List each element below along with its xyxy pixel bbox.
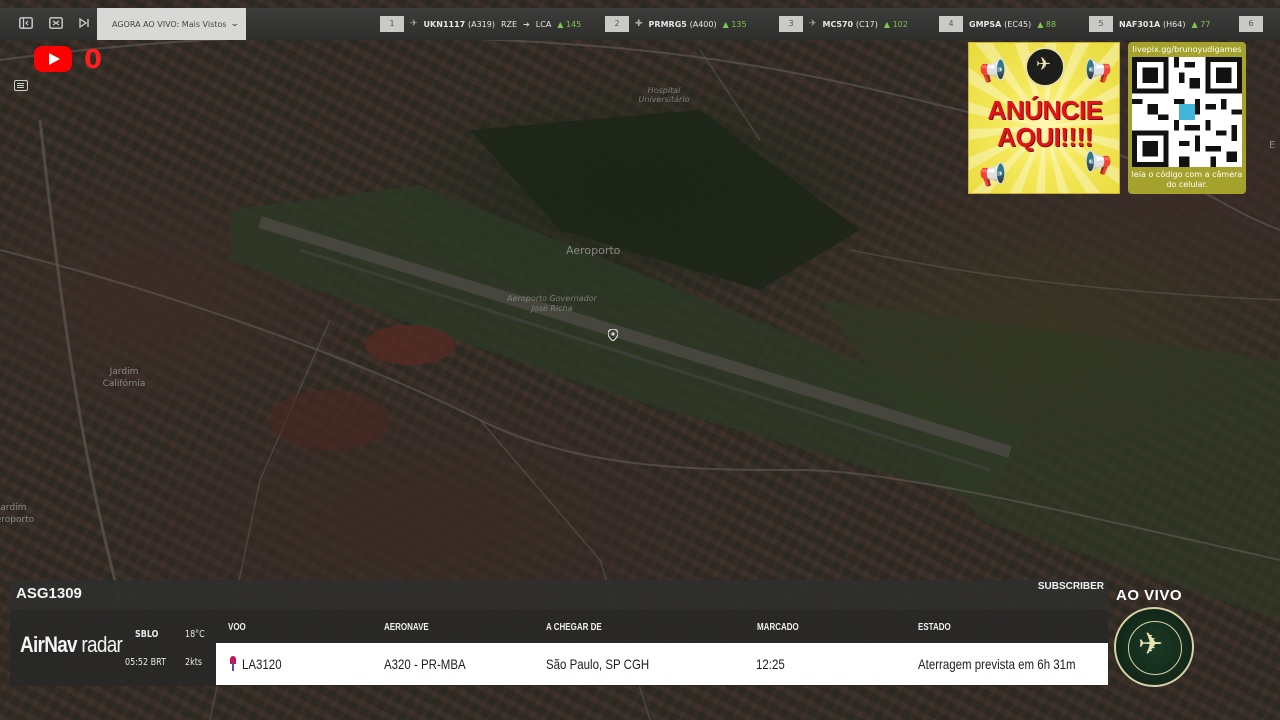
live-label: AO VIVO bbox=[1116, 587, 1183, 604]
airport-code: SBLO bbox=[135, 629, 159, 640]
viewer-count: ▲ 135 bbox=[722, 19, 747, 29]
viewer-count: ▲ 77 bbox=[1191, 19, 1211, 29]
megaphone-icon: 📢 bbox=[1085, 151, 1113, 176]
column-scheduled: MARCADO bbox=[757, 622, 799, 633]
top-flight-1[interactable]: 1 ✈ UKN1117 (A319) RZE ➔ LCA ▲ 145 bbox=[380, 16, 581, 32]
map-label-east: E bbox=[1269, 140, 1276, 151]
top-flight-4[interactable]: 4 GMPSA (EC45) ▲ 88 bbox=[939, 16, 1056, 32]
youtube-subscriber-count: 0 bbox=[84, 45, 103, 75]
flight-rank: 1 bbox=[380, 16, 404, 32]
tracked-callsign: ASG1309 bbox=[16, 585, 82, 602]
flight-to: LCA bbox=[535, 19, 552, 29]
viewer-count: ▲ 88 bbox=[1037, 19, 1057, 29]
temperature: 18°C bbox=[185, 629, 205, 640]
column-aircraft: AERONAVE bbox=[384, 622, 429, 633]
local-time: 05:52 BRT bbox=[125, 657, 166, 668]
map-label-airport-full: Aeroporto Governador José Richa bbox=[507, 294, 597, 313]
plane-icon: ✈ bbox=[809, 19, 817, 29]
column-origin: A CHEGAR DE bbox=[546, 622, 602, 633]
flight-rank: 2 bbox=[605, 16, 629, 32]
ad-headline: ANÚNCIE AQUI!!!! bbox=[987, 95, 1103, 152]
flight-rank: 5 bbox=[1089, 16, 1113, 32]
top-flight-5[interactable]: 5 NAF301A (H64) ▲ 77 bbox=[1089, 16, 1210, 32]
flight-from: RZE bbox=[500, 19, 518, 29]
map-label-airport: Aeroporto bbox=[566, 244, 621, 257]
skip-next-icon[interactable] bbox=[77, 17, 91, 31]
flight-rank: 6 bbox=[1239, 16, 1263, 32]
list-panel-icon[interactable] bbox=[14, 80, 28, 91]
qr-panel[interactable]: livepix.gg/brunoyudigames leia o código … bbox=[1128, 42, 1246, 194]
fullscreen-icon[interactable] bbox=[49, 17, 63, 31]
plane-icon: ✈ bbox=[410, 19, 418, 29]
route-arrow-icon: ➔ bbox=[523, 19, 530, 29]
qr-url: livepix.gg/brunoyudigames bbox=[1132, 45, 1242, 54]
flight-callsign: GMPSA (EC45) bbox=[969, 19, 1032, 29]
viewer-count: ▲ 145 bbox=[557, 19, 582, 29]
qr-caption: leia o código com a câmera do celular. bbox=[1131, 170, 1243, 189]
now-live-dropdown[interactable]: AGORA AO VIVO: Mais Vistos ⌄ bbox=[97, 8, 246, 40]
chevron-down-icon: ⌄ bbox=[230, 19, 241, 29]
column-status: ESTADO bbox=[918, 622, 951, 633]
airport-pin-icon[interactable] bbox=[608, 329, 618, 341]
megaphone-icon: 📢 bbox=[979, 163, 1007, 188]
flight-callsign: PRMRG5 (A400) bbox=[648, 19, 717, 29]
helicopter-icon: ✚ bbox=[635, 19, 643, 29]
row-scheduled: 12:25 bbox=[756, 656, 785, 672]
flight-info-panel: ASG1309 SUBSCRIBER AirNav radar SBLO 18°… bbox=[10, 580, 1108, 686]
flight-callsign: UKN1117 (A319) bbox=[423, 19, 495, 29]
megaphone-icon: 📢 bbox=[979, 59, 1007, 84]
map-label-hospital: Hospital Universitário bbox=[638, 86, 690, 104]
megaphone-icon: 📢 bbox=[1085, 59, 1113, 84]
table-row[interactable]: LA3120 A320 - PR-MBA São Paulo, SP CGH 1… bbox=[216, 643, 1108, 685]
flight-rank: 3 bbox=[779, 16, 803, 32]
top-flight-2[interactable]: 2 ✚ PRMRG5 (A400) ▲ 135 bbox=[605, 16, 747, 32]
row-origin: São Paulo, SP CGH bbox=[546, 656, 650, 672]
column-flight: VOO bbox=[228, 622, 246, 633]
ad-banner[interactable]: 📢 📢 📢 📢 ANÚNCIE AQUI!!!! bbox=[968, 42, 1120, 194]
youtube-icon[interactable] bbox=[34, 46, 72, 72]
qr-code-icon bbox=[1132, 57, 1242, 167]
channel-badge-icon: ✈ bbox=[1114, 607, 1194, 687]
airline-logo-icon bbox=[230, 656, 236, 672]
panel-header: ASG1309 SUBSCRIBER bbox=[10, 580, 1108, 610]
channel-logo-icon bbox=[1025, 47, 1065, 87]
map-label-district: Jardim Califórnia bbox=[102, 367, 146, 389]
map-label-west: Jardim Aeroporto bbox=[0, 503, 35, 525]
row-aircraft: A320 - PR-MBA bbox=[384, 656, 466, 672]
wind-speed: 2kts bbox=[185, 657, 203, 668]
plane-icon: ✈ bbox=[1138, 627, 1164, 662]
row-flight: LA3120 bbox=[242, 656, 282, 672]
viewer-count: ▲ 102 bbox=[883, 19, 908, 29]
top-flight-3[interactable]: 3 ✈ MC570 (C17) ▲ 102 bbox=[779, 16, 908, 32]
airnav-radar-logo: AirNav radar bbox=[20, 632, 123, 657]
row-status: Aterragem prevista em 6h 31m bbox=[918, 656, 1076, 672]
flight-callsign: MC570 (C17) bbox=[822, 19, 878, 29]
top-flight-6[interactable]: 6 bbox=[1239, 16, 1263, 32]
panel-body: AirNav radar SBLO 18°C 05:52 BRT 2kts VO… bbox=[10, 610, 1108, 686]
top-bar: AGORA AO VIVO: Mais Vistos ⌄ 1 ✈ UKN1117… bbox=[0, 8, 1280, 40]
subscriber-label: SUBSCRIBER bbox=[1037, 581, 1104, 592]
flight-rank: 4 bbox=[939, 16, 963, 32]
sidebar-toggle-icon[interactable] bbox=[19, 17, 33, 31]
flight-callsign: NAF301A (H64) bbox=[1119, 19, 1186, 29]
now-live-label: AGORA AO VIVO: Mais Vistos bbox=[112, 19, 227, 29]
